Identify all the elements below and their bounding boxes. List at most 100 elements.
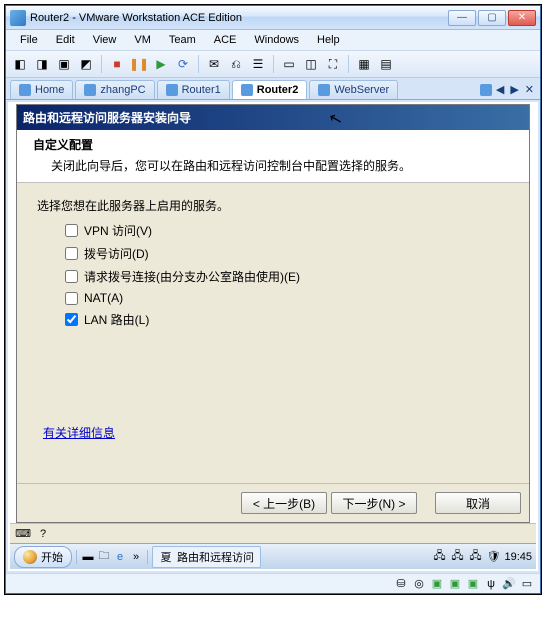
maximize-button[interactable]: ▢ xyxy=(478,10,506,26)
explorer-icon[interactable]: 🗀 xyxy=(97,550,111,564)
sidebar-button[interactable]: ▤ xyxy=(376,54,396,74)
start-button[interactable]: 开始 xyxy=(14,546,72,568)
snapshot-button[interactable]: ✉ xyxy=(204,54,224,74)
revert-button[interactable]: ⎌ xyxy=(226,54,246,74)
app-icon xyxy=(10,10,26,26)
checkbox-lan-routing[interactable] xyxy=(65,313,78,326)
task-label: 路由和远程访问 xyxy=(177,549,254,565)
option-lan-routing[interactable]: LAN 路由(L) xyxy=(65,311,509,328)
security-icon[interactable]: 🛡 xyxy=(486,550,500,564)
option-vpn[interactable]: VPN 访问(V) xyxy=(65,222,509,239)
vm-tabs: Home zhangPC Router1 Router2 WebServer ◀… xyxy=(6,78,540,100)
checkbox-nat[interactable] xyxy=(65,292,78,305)
option-demand-dial[interactable]: 请求拨号连接(由分支办公室路由使用)(E) xyxy=(65,268,509,285)
sound-icon[interactable]: 🔊 xyxy=(502,577,516,591)
start-orb-icon xyxy=(23,550,37,564)
guest-taskbar: 开始 ▬ 🗀 e » 夏 路由和远程访问 🖧 🖧 🖧 🛡 19:45 xyxy=(10,543,536,569)
show-console-button[interactable]: ▭ xyxy=(279,54,299,74)
next-button[interactable]: 下一步(N) > xyxy=(331,492,417,514)
manage-snapshots-button[interactable]: ☰ xyxy=(248,54,268,74)
menu-file[interactable]: File xyxy=(12,32,46,48)
option-nat[interactable]: NAT(A) xyxy=(65,291,509,305)
tab-home[interactable]: Home xyxy=(10,80,73,99)
tab-zhangpc[interactable]: zhangPC xyxy=(75,80,154,99)
chevron-right-icon[interactable]: » xyxy=(129,550,143,564)
option-dialup[interactable]: 拨号访问(D) xyxy=(65,245,509,262)
window-title: Router2 - VMware Workstation ACE Edition xyxy=(30,12,448,24)
tab-scroll-left[interactable]: ◀ xyxy=(494,83,506,96)
quick-switch-button[interactable]: ◫ xyxy=(301,54,321,74)
help-icon[interactable]: ? xyxy=(36,527,50,541)
option-label: 拨号访问(D) xyxy=(84,245,149,262)
restart-button[interactable]: ⟳ xyxy=(173,54,193,74)
vm-icon xyxy=(318,84,330,96)
tab-label: Router2 xyxy=(257,84,299,96)
option-label: LAN 路由(L) xyxy=(84,311,149,328)
clock[interactable]: 19:45 xyxy=(504,551,532,563)
menu-ace[interactable]: ACE xyxy=(206,32,245,48)
hdd-icon[interactable]: ⛁ xyxy=(394,577,408,591)
minimize-button[interactable]: — xyxy=(448,10,476,26)
show-desktop-icon[interactable]: ▬ xyxy=(81,550,95,564)
menu-windows[interactable]: Windows xyxy=(246,32,307,48)
more-info-link[interactable]: 有关详细信息 xyxy=(43,424,115,441)
usb-icon[interactable]: ψ xyxy=(484,577,498,591)
menu-help[interactable]: Help xyxy=(309,32,348,48)
cancel-button[interactable]: 取消 xyxy=(435,492,521,514)
menu-edit[interactable]: Edit xyxy=(48,32,83,48)
checkbox-vpn[interactable] xyxy=(65,224,78,237)
net-adapter-2-icon[interactable]: ▣ xyxy=(448,577,462,591)
unity-button[interactable]: ▦ xyxy=(354,54,374,74)
cd-icon[interactable]: ◎ xyxy=(412,577,426,591)
vm-icon xyxy=(84,84,96,96)
vmtools-icon[interactable]: ▭ xyxy=(520,577,534,591)
menu-team[interactable]: Team xyxy=(161,32,204,48)
option-label: 请求拨号连接(由分支办公室路由使用)(E) xyxy=(84,268,300,285)
fullscreen-button[interactable]: ⛶ xyxy=(323,54,343,74)
reset-button[interactable]: ◩ xyxy=(76,54,96,74)
back-button[interactable]: < 上一步(B) xyxy=(241,492,327,514)
net-adapter-3-icon[interactable]: ▣ xyxy=(466,577,480,591)
menubar: File Edit View VM Team ACE Windows Help xyxy=(6,30,540,51)
tab-close[interactable]: ✕ xyxy=(523,83,536,96)
tab-scroll-right[interactable]: ▶ xyxy=(508,83,520,96)
tab-router2[interactable]: Router2 xyxy=(232,80,308,99)
quick-launch: ▬ 🗀 e » xyxy=(76,550,148,564)
overflow-tab-icon[interactable] xyxy=(480,84,492,96)
net-adapter-1-icon[interactable]: ▣ xyxy=(430,577,444,591)
menu-view[interactable]: View xyxy=(85,32,125,48)
home-icon xyxy=(19,84,31,96)
option-label: VPN 访问(V) xyxy=(84,222,152,239)
app-window: Router2 - VMware Workstation ACE Edition… xyxy=(5,5,541,594)
wizard-subtitle: 自定义配置 xyxy=(33,136,519,153)
rras-icon: 夏 xyxy=(159,550,173,564)
close-button[interactable]: ✕ xyxy=(508,10,536,26)
ie-icon[interactable]: e xyxy=(113,550,127,564)
menu-vm[interactable]: VM xyxy=(126,32,159,48)
network-1-icon[interactable]: 🖧 xyxy=(432,550,446,564)
taskbar-item-rras[interactable]: 夏 路由和远程访问 xyxy=(152,546,261,568)
titlebar[interactable]: Router2 - VMware Workstation ACE Edition… xyxy=(6,6,540,30)
checkbox-demand-dial[interactable] xyxy=(65,270,78,283)
vm-icon xyxy=(166,84,178,96)
tab-label: Home xyxy=(35,84,64,96)
stop-button[interactable]: ■ xyxy=(107,54,127,74)
tab-label: Router1 xyxy=(182,84,221,96)
play-button[interactable]: ▶ xyxy=(151,54,171,74)
suspend-button[interactable]: ◨ xyxy=(32,54,52,74)
keyboard-icon: ⌨ xyxy=(16,527,30,541)
option-label: NAT(A) xyxy=(84,291,123,305)
tab-webserver[interactable]: WebServer xyxy=(309,80,398,99)
toolbar: ◧ ◨ ▣ ◩ ■ ❚❚ ▶ ⟳ ✉ ⎌ ☰ ▭ ◫ ⛶ ▦ ▤ xyxy=(6,51,540,78)
power-on-button[interactable]: ▣ xyxy=(54,54,74,74)
checkbox-dialup[interactable] xyxy=(65,247,78,260)
tab-label: WebServer xyxy=(334,84,389,96)
wizard-title: 路由和远程访问服务器安装向导 xyxy=(17,105,529,130)
network-2-icon[interactable]: 🖧 xyxy=(450,550,464,564)
network-3-icon[interactable]: 🖧 xyxy=(468,550,482,564)
tab-router1[interactable]: Router1 xyxy=(157,80,230,99)
power-off-button[interactable]: ◧ xyxy=(10,54,30,74)
wizard-description: 关闭此向导后，您可以在路由和远程访问控制台中配置选择的服务。 xyxy=(51,157,519,174)
pause-button[interactable]: ❚❚ xyxy=(129,54,149,74)
wizard-window: ↖ 路由和远程访问服务器安装向导 自定义配置 关闭此向导后，您可以在路由和远程访… xyxy=(16,104,530,523)
